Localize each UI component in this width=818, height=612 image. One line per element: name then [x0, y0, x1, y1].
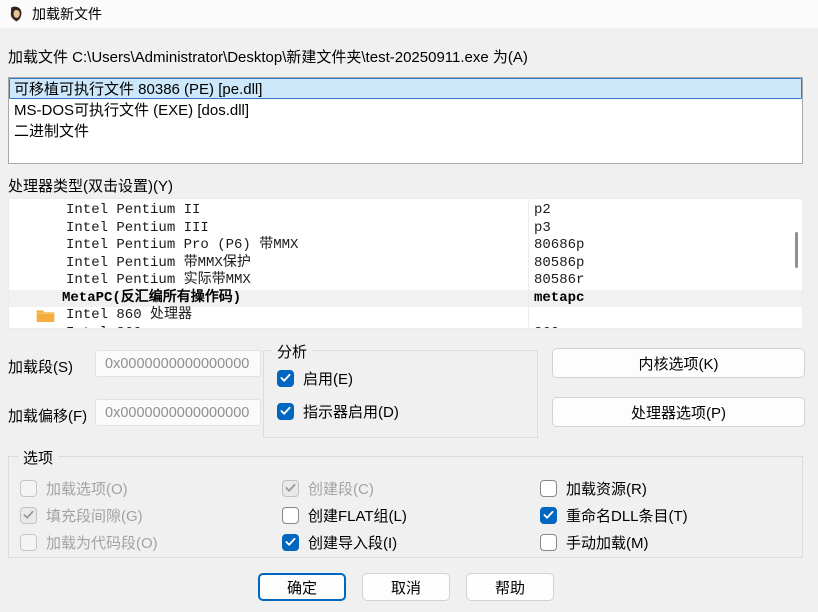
options-group-title: 选项	[18, 447, 58, 468]
processor-name: Intel Pentium 实际带MMX	[66, 272, 251, 290]
processor-options-button[interactable]: 处理器选项(P)	[552, 397, 805, 427]
load-segment-input[interactable]	[95, 350, 261, 377]
processor-name: Intel Pentium Pro (P6) 带MMX	[66, 237, 298, 255]
options-column-3: 加载资源(R) 重命名DLL条目(T) 手动加载(M)	[540, 479, 688, 551]
processor-name: Intel Pentium III	[66, 220, 209, 238]
window-title: 加载新文件	[32, 0, 102, 28]
kernel-options-button[interactable]: 内核选项(K)	[552, 348, 805, 378]
checkbox-label: 填充段间隙(G)	[46, 505, 143, 526]
processor-rows: Intel Pentium II p2 Intel Pentium III p3…	[9, 202, 802, 329]
checkbox-label: 创建FLAT组(L)	[308, 505, 407, 526]
options-column-1: 加载选项(O) 填充段间隙(G) 加载为代码段(O)	[20, 479, 158, 551]
processor-name: Intel Pentium 带MMX保护	[66, 255, 251, 273]
processor-name: Intel 860	[66, 325, 142, 330]
checkbox-label: 加载资源(R)	[566, 478, 647, 499]
checkbox[interactable]	[540, 507, 557, 524]
processor-code: 80686p	[534, 237, 584, 255]
processor-list-item[interactable]: Intel Pentium II p2	[9, 202, 802, 220]
checkbox-row[interactable]: 创建段(C)	[282, 479, 407, 497]
processor-list-item[interactable]: Intel Pentium 实际带MMX 80586r	[9, 272, 802, 290]
processor-code: 80586r	[534, 272, 584, 290]
checkbox-row[interactable]: 加载选项(O)	[20, 479, 158, 497]
checkbox-label: 创建导入段(I)	[308, 532, 397, 553]
checkbox-row[interactable]: 加载为代码段(O)	[20, 533, 158, 551]
checkbox-row[interactable]: 指示器启用(D)	[277, 402, 399, 420]
checkbox[interactable]	[540, 480, 557, 497]
folder-icon	[36, 327, 55, 330]
checkbox-label: 启用(E)	[303, 368, 353, 389]
checkbox[interactable]	[20, 534, 37, 551]
checkbox-label: 加载选项(O)	[46, 478, 128, 499]
load-offset-input[interactable]	[95, 399, 261, 426]
checkbox-row[interactable]: 手动加载(M)	[540, 533, 688, 551]
processor-code: 860	[534, 325, 559, 330]
checkbox[interactable]	[277, 403, 294, 420]
processor-name: Intel Pentium II	[66, 202, 200, 220]
processor-name: MetaPC(反汇编所有操作码)	[62, 290, 241, 308]
checkbox[interactable]	[282, 480, 299, 497]
checkbox-row[interactable]: 启用(E)	[277, 369, 399, 387]
ok-button[interactable]: 确定	[258, 573, 346, 601]
file-prompt-label: 加载文件 C:\Users\Administrator\Desktop\新建文件…	[8, 46, 528, 67]
checkbox-label: 加载为代码段(O)	[46, 532, 158, 553]
loader-list-item[interactable]: MS-DOS可执行文件 (EXE) [dos.dll]	[9, 99, 802, 120]
checkbox-row[interactable]: 创建导入段(I)	[282, 533, 407, 551]
checkbox-label: 创建段(C)	[308, 478, 374, 499]
ida-app-icon	[8, 6, 24, 22]
help-button[interactable]: 帮助	[466, 573, 554, 601]
processor-list-item[interactable]: Intel 860 处理器	[9, 307, 802, 325]
processor-list[interactable]: Intel Pentium II p2 Intel Pentium III p3…	[8, 198, 803, 329]
column-separator	[528, 199, 529, 328]
checkbox[interactable]	[20, 507, 37, 524]
loader-item-label: MS-DOS可执行文件 (EXE) [dos.dll]	[14, 102, 249, 119]
scrollbar-thumb[interactable]	[795, 232, 798, 268]
cancel-button[interactable]: 取消	[362, 573, 450, 601]
loader-list-item[interactable]: 可移植可执行文件 80386 (PE) [pe.dll]	[9, 78, 802, 99]
options-column-2: 创建段(C) 创建FLAT组(L) 创建导入段(I)	[282, 479, 407, 551]
loader-item-label: 可移植可执行文件 80386 (PE) [pe.dll]	[14, 81, 262, 98]
checkbox-row[interactable]: 创建FLAT组(L)	[282, 506, 407, 524]
checkbox[interactable]	[282, 534, 299, 551]
processor-code: p2	[534, 202, 551, 220]
load-new-file-dialog: 加载新文件 加载文件 C:\Users\Administrator\Deskto…	[0, 0, 818, 612]
folder-icon	[36, 309, 55, 322]
processor-name: Intel 860 处理器	[66, 307, 192, 325]
processor-code: metapc	[534, 290, 584, 308]
checkbox-label: 指示器启用(D)	[303, 401, 399, 422]
processor-list-item[interactable]: MetaPC(反汇编所有操作码) metapc	[9, 290, 802, 308]
checkbox-row[interactable]: 加载资源(R)	[540, 479, 688, 497]
checkbox-row[interactable]: 重命名DLL条目(T)	[540, 506, 688, 524]
checkbox[interactable]	[277, 370, 294, 387]
load-offset-label: 加载偏移(F)	[8, 405, 87, 426]
processor-code: 80586p	[534, 255, 584, 273]
processor-list-item[interactable]: Intel Pentium 带MMX保护 80586p	[9, 255, 802, 273]
loader-list[interactable]: 可移植可执行文件 80386 (PE) [pe.dll] MS-DOS可执行文件…	[8, 77, 803, 164]
analysis-checkboxes: 启用(E) 指示器启用(D)	[277, 369, 399, 420]
checkbox-row[interactable]: 填充段间隙(G)	[20, 506, 158, 524]
loader-list-item[interactable]: 二进制文件	[9, 120, 802, 141]
processor-code: p3	[534, 220, 551, 238]
checkbox-label: 重命名DLL条目(T)	[566, 505, 688, 526]
loader-item-label: 二进制文件	[14, 123, 89, 140]
checkbox[interactable]	[282, 507, 299, 524]
processor-list-item[interactable]: Intel Pentium III p3	[9, 220, 802, 238]
checkbox-label: 手动加载(M)	[566, 532, 649, 553]
analysis-group-title: 分析	[272, 341, 312, 362]
load-segment-label: 加载段(S)	[8, 356, 73, 377]
titlebar: 加载新文件	[0, 0, 818, 28]
processor-type-label: 处理器类型(双击设置)(Y)	[8, 175, 173, 196]
processor-list-item[interactable]: Intel Pentium Pro (P6) 带MMX 80686p	[9, 237, 802, 255]
checkbox[interactable]	[540, 534, 557, 551]
processor-list-item[interactable]: Intel 860 860	[9, 325, 802, 330]
checkbox[interactable]	[20, 480, 37, 497]
